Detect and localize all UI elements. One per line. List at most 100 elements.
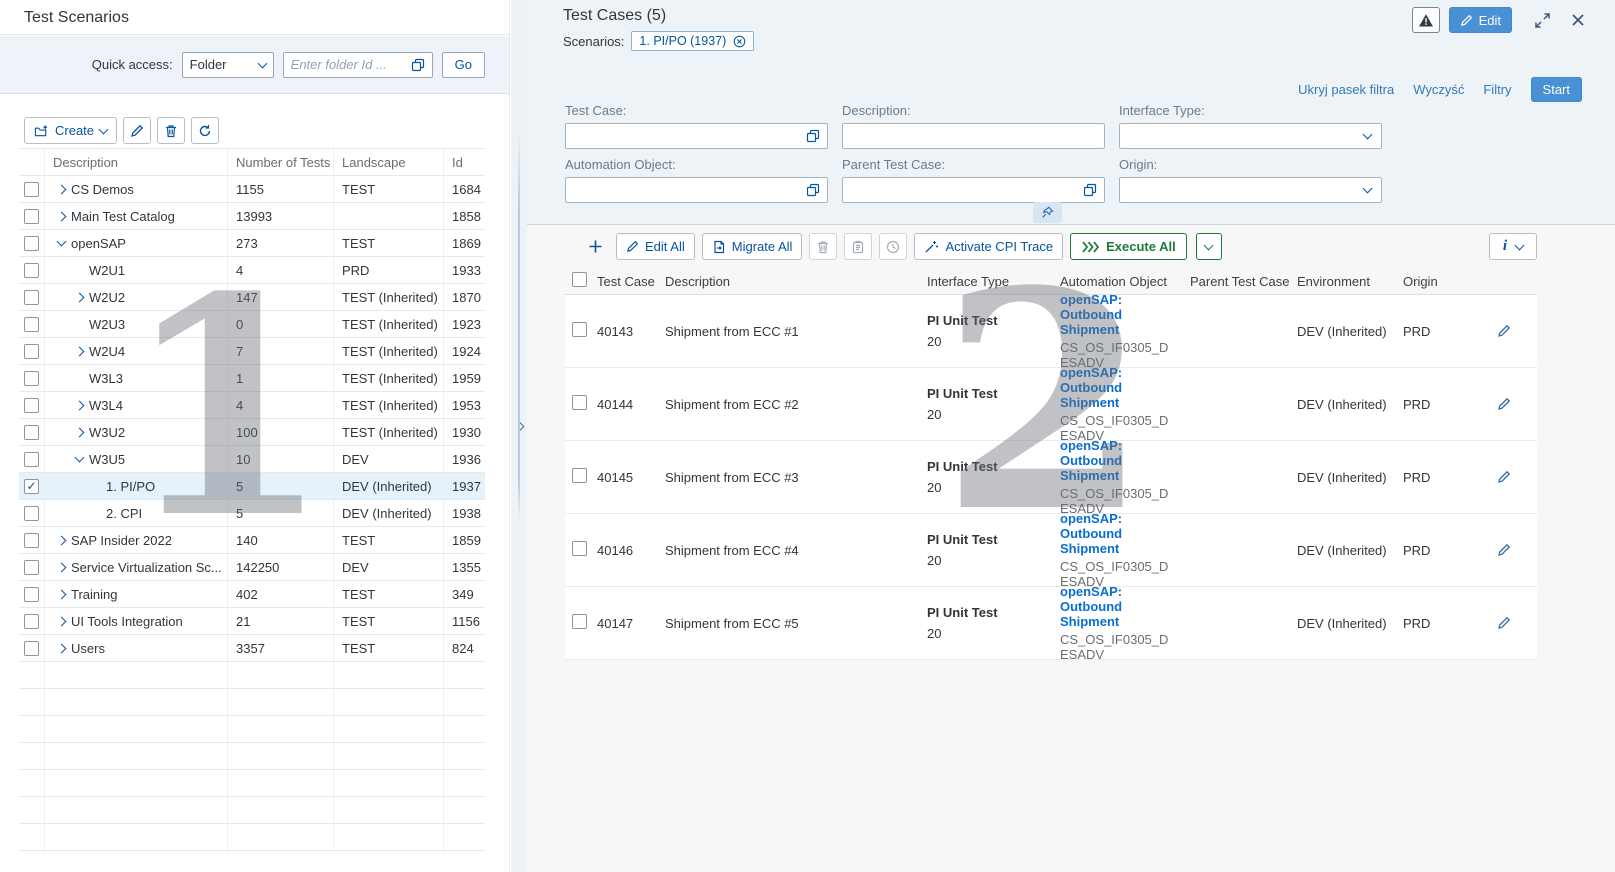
table-row[interactable]: W2U2 147 TEST (Inherited) 1870 [19, 284, 485, 311]
delete-test-cases-button[interactable] [809, 233, 837, 260]
tree-expand-icon[interactable] [75, 453, 85, 463]
row-checkbox[interactable] [24, 506, 39, 521]
table-row[interactable]: Training 402 TEST 349 [19, 581, 485, 608]
automation-object-link[interactable]: openSAP: Outbound Shipment [1060, 511, 1177, 556]
table-row[interactable]: Main Test Catalog 13993 1858 [19, 203, 485, 230]
execute-all-menu-button[interactable] [1196, 233, 1222, 260]
column-description[interactable]: Description [44, 149, 227, 175]
empty-row[interactable] [19, 689, 485, 716]
edit-button[interactable]: Edit [1449, 7, 1512, 33]
edit-row-icon[interactable] [1497, 397, 1511, 411]
row-checkbox[interactable] [24, 587, 39, 602]
table-row[interactable]: SAP Insider 2022 140 TEST 1859 [19, 527, 485, 554]
column-landscape[interactable]: Landscape [333, 149, 443, 175]
go-button[interactable]: Go [442, 52, 485, 78]
tree-cell[interactable]: Main Test Catalog [44, 203, 227, 229]
tree-expand-icon[interactable] [75, 346, 85, 356]
tree-cell[interactable] [44, 743, 227, 769]
column-origin[interactable]: Origin [1398, 274, 1465, 289]
folder-id-input[interactable]: Enter folder Id ... [283, 52, 433, 78]
filter-input[interactable] [565, 123, 828, 149]
table-row[interactable]: CS Demos 1155 TEST 1684 [19, 176, 485, 203]
row-checkbox[interactable] [24, 290, 39, 305]
scenario-token[interactable]: 1. PI/PO (1937) [631, 31, 754, 51]
tree-cell[interactable]: Training [44, 581, 227, 607]
tree-cell[interactable]: W3U2 [44, 419, 227, 445]
value-help-icon[interactable] [806, 129, 820, 143]
row-checkbox[interactable] [24, 182, 39, 197]
empty-row[interactable] [19, 770, 485, 797]
row-checkbox[interactable] [24, 371, 39, 386]
row-checkbox[interactable] [24, 614, 39, 629]
filters-link[interactable]: Filtry [1483, 82, 1511, 97]
automation-object-link[interactable]: openSAP: Outbound Shipment [1060, 292, 1177, 337]
row-checkbox[interactable] [572, 395, 587, 410]
table-row[interactable]: W3U2 100 TEST (Inherited) 1930 [19, 419, 485, 446]
table-row[interactable]: 1. PI/PO 5 DEV (Inherited) 1937 [19, 473, 485, 500]
automation-object-link[interactable]: openSAP: Outbound Shipment [1060, 584, 1177, 629]
row-checkbox[interactable] [24, 641, 39, 656]
tree-cell[interactable] [44, 824, 227, 850]
value-help-icon[interactable] [411, 58, 425, 72]
filter-input[interactable] [842, 123, 1105, 149]
table-row[interactable]: openSAP 273 TEST 1869 [19, 230, 485, 257]
tree-expand-icon[interactable] [57, 616, 67, 626]
panel-splitter[interactable] [511, 0, 527, 872]
table-row[interactable]: Service Virtualization Sc... 142250 DEV … [19, 554, 485, 581]
row-checkbox[interactable] [24, 479, 39, 494]
row-checkbox[interactable] [24, 263, 39, 278]
refresh-icon-button[interactable] [191, 117, 219, 144]
tree-cell[interactable]: W2U4 [44, 338, 227, 364]
row-checkbox[interactable] [572, 614, 587, 629]
tree-cell[interactable] [44, 716, 227, 742]
history-button[interactable] [879, 233, 907, 260]
table-row[interactable]: W2U4 7 TEST (Inherited) 1924 [19, 338, 485, 365]
empty-row[interactable] [19, 743, 485, 770]
paste-button[interactable] [844, 233, 872, 260]
filter-input[interactable] [565, 177, 828, 203]
tree-cell[interactable] [44, 797, 227, 823]
value-help-icon[interactable] [1083, 183, 1097, 197]
test-case-row[interactable]: 40144 Shipment from ECC #2 PI Unit Test2… [565, 368, 1537, 441]
empty-row[interactable] [19, 824, 485, 851]
tree-expand-icon[interactable] [57, 562, 67, 572]
test-case-row[interactable]: 40147 Shipment from ECC #5 PI Unit Test2… [565, 587, 1537, 660]
tree-expand-icon[interactable] [57, 211, 67, 221]
empty-row[interactable] [19, 716, 485, 743]
tree-cell[interactable]: SAP Insider 2022 [44, 527, 227, 553]
delete-scenario-button[interactable] [157, 117, 185, 144]
test-case-row[interactable]: 40143 Shipment from ECC #1 PI Unit Test2… [565, 295, 1537, 368]
tree-cell[interactable]: openSAP [44, 230, 227, 256]
row-checkbox[interactable] [24, 452, 39, 467]
edit-all-button[interactable]: Edit All [616, 233, 695, 260]
test-case-row[interactable]: 40145 Shipment from ECC #3 PI Unit Test2… [565, 441, 1537, 514]
edit-row-icon[interactable] [1497, 616, 1511, 630]
tree-expand-icon[interactable] [57, 589, 67, 599]
column-interface-type[interactable]: Interface Type [922, 274, 1055, 289]
fullscreen-icon[interactable] [1534, 12, 1551, 29]
row-checkbox[interactable] [572, 541, 587, 556]
table-row[interactable]: UI Tools Integration 21 TEST 1156 [19, 608, 485, 635]
edit-row-icon[interactable] [1497, 324, 1511, 338]
start-button[interactable]: Start [1531, 77, 1582, 102]
tree-cell[interactable]: W2U3 [44, 311, 227, 337]
tree-cell[interactable]: Service Virtualization Sc... [44, 554, 227, 580]
row-checkbox[interactable] [572, 468, 587, 483]
tree-cell[interactable]: CS Demos [44, 176, 227, 202]
close-icon[interactable] [1571, 13, 1585, 27]
column-number-of-tests[interactable]: Number of Tests [227, 149, 333, 175]
tree-expand-icon[interactable] [57, 237, 67, 247]
activate-cpi-trace-button[interactable]: Activate CPI Trace [914, 233, 1063, 260]
tree-cell[interactable]: W2U1 [44, 257, 227, 283]
clear-filters-link[interactable]: Wyczyść [1413, 82, 1464, 97]
filter-input[interactable] [1119, 177, 1382, 203]
add-test-case-button[interactable] [582, 233, 609, 260]
tree-cell[interactable]: UI Tools Integration [44, 608, 227, 634]
tree-expand-icon[interactable] [57, 643, 67, 653]
edit-scenario-button[interactable] [123, 117, 151, 144]
table-row[interactable]: W3U5 10 DEV 1936 [19, 446, 485, 473]
table-row[interactable]: W2U1 4 PRD 1933 [19, 257, 485, 284]
empty-row[interactable] [19, 662, 485, 689]
row-checkbox[interactable] [24, 236, 39, 251]
column-environment[interactable]: Environment [1292, 274, 1398, 289]
